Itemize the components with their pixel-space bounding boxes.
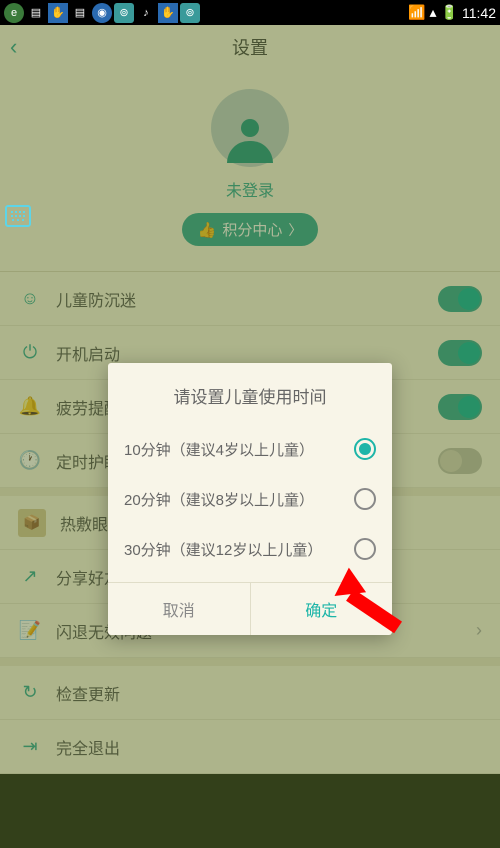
app-icon-3: ✋ [48,3,68,23]
dialog-option-20min[interactable]: 20分钟（建议8岁以上儿童） [122,474,378,524]
dialog-option-10min[interactable]: 10分钟（建议4岁以上儿童） [122,424,378,474]
status-time: 11:42 [462,5,496,21]
app-icon-6: ⊚ [114,3,134,23]
wifi-icon: 📶 [408,4,425,21]
app-icon-7: ♪ [136,3,156,23]
app-icon-8: ✋ [158,3,178,23]
option-label: 10分钟（建议4岁以上儿童） [124,439,314,460]
radio-button[interactable] [354,438,376,460]
radio-button[interactable] [354,538,376,560]
battery-icon: 🔋 [441,4,458,21]
radio-button[interactable] [354,488,376,510]
app-icon-9: ⊚ [180,3,200,23]
dialog-option-30min[interactable]: 30分钟（建议12岁以上儿童） [122,524,378,574]
app-icon-2: ▤ [26,3,46,23]
app-icon-4: ▤ [70,3,90,23]
dialog-title: 请设置儿童使用时间 [108,363,392,424]
signal-icon: ▴ [430,4,437,21]
option-label: 20分钟（建议8岁以上儿童） [124,489,314,510]
annotation-arrow [332,573,412,633]
option-label: 30分钟（建议12岁以上儿童） [124,539,322,560]
app-icon-5: ◉ [92,3,112,23]
app-icon-1: e [4,3,24,23]
status-bar: e ▤ ✋ ▤ ◉ ⊚ ♪ ✋ ⊚ 📶 ▴ 🔋 11:42 [0,0,500,25]
cancel-button[interactable]: 取消 [108,583,250,635]
